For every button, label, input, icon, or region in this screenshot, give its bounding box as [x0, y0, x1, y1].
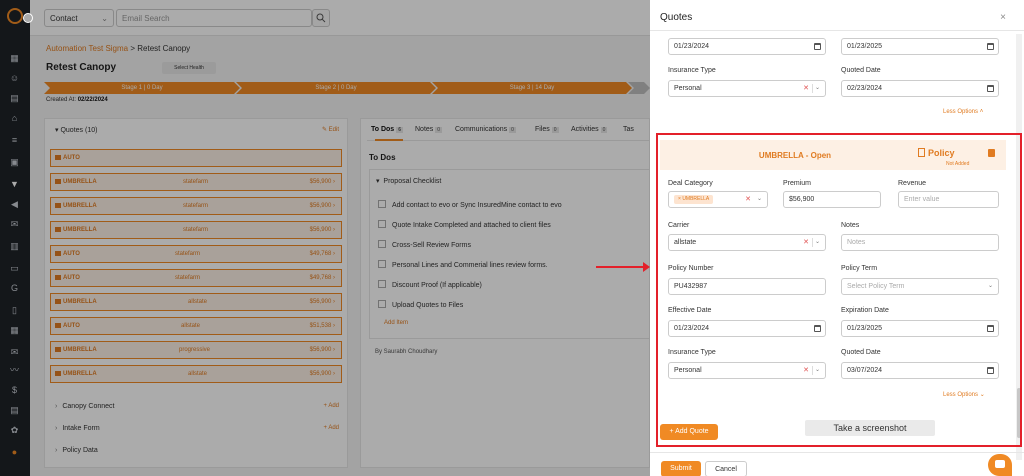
insurance-type-label: Insurance Type	[668, 67, 716, 74]
less-options-label: Less Options	[943, 392, 979, 398]
chevron-down-icon[interactable]: ⌄	[815, 238, 820, 245]
chevron-down-icon[interactable]: ⌄	[815, 84, 820, 91]
collapse-toggle-icon[interactable]	[23, 13, 33, 23]
less-options-link[interactable]: Less Options ˄	[943, 109, 983, 115]
calendar-icon[interactable]	[987, 43, 994, 50]
quoted-date-label: Quoted Date	[841, 67, 881, 74]
quoted-date-input[interactable]: 03/07/2024	[841, 362, 999, 379]
insurance-type-label: Insurance Type	[668, 349, 716, 356]
insurance-type-value: Personal	[674, 85, 702, 92]
policy-term-label: Policy Term	[841, 265, 878, 272]
carrier-label: Carrier	[668, 222, 690, 229]
revenue-input[interactable]: Enter value	[898, 191, 999, 208]
quoted-date-value: 02/23/2024	[847, 85, 883, 92]
policy-term-select[interactable]: Select Policy Term ⌄	[841, 278, 999, 295]
chevron-down-icon[interactable]: ⌄	[757, 195, 762, 202]
panel-title: Quotes	[660, 12, 693, 23]
effective-date-value: 01/23/2024	[674, 325, 710, 332]
calendar-icon[interactable]	[987, 325, 994, 332]
deal-category-label: Deal Category	[668, 180, 713, 187]
clear-icon[interactable]: ✕	[803, 366, 809, 374]
panel-divider	[650, 30, 1024, 31]
notes-placeholder: Notes	[847, 239, 866, 246]
select-separator	[812, 84, 813, 93]
quoted-date-value: 03/07/2024	[847, 367, 883, 374]
select-separator	[812, 238, 813, 247]
policy-status: Not Added	[946, 161, 970, 167]
calendar-icon[interactable]	[987, 85, 994, 92]
expiration-date-input[interactable]: 01/23/2025	[841, 38, 999, 55]
expiration-date-value: 01/23/2025	[847, 43, 883, 50]
insurance-type-value: Personal	[674, 367, 702, 374]
document-icon	[918, 148, 925, 157]
policy-number-input[interactable]: PU432987	[668, 278, 826, 295]
less-options-link[interactable]: Less Options ⌄	[943, 391, 985, 398]
clear-icon[interactable]: ✕	[803, 238, 809, 246]
expiration-date-value: 01/23/2025	[847, 325, 883, 332]
policy-link[interactable]: Policy	[928, 148, 955, 158]
notes-textarea[interactable]: Notes	[841, 234, 999, 251]
premium-label: Premium	[783, 180, 812, 187]
carrier-value: allstate	[674, 239, 697, 246]
revenue-label: Revenue	[898, 180, 927, 187]
policy-number-label: Policy Number	[668, 265, 714, 272]
quoted-date-label: Quoted Date	[841, 349, 881, 356]
effective-date-label: Effective Date	[668, 307, 712, 314]
chat-icon[interactable]	[988, 454, 1012, 476]
effective-date-input[interactable]: 01/23/2024	[668, 320, 826, 337]
quoted-date-input[interactable]: 02/23/2024	[841, 80, 999, 97]
policy-term-placeholder: Select Policy Term	[847, 283, 905, 290]
effective-date-input[interactable]: 01/23/2024	[668, 38, 826, 55]
clear-icon[interactable]: ✕	[803, 84, 809, 92]
revenue-placeholder: Enter value	[904, 196, 940, 203]
annotation-arrow-icon	[596, 262, 650, 272]
submit-button[interactable]: Submit	[661, 461, 701, 476]
quote-card-header: UMBRELLA - Open Policy Not Added	[660, 140, 1006, 170]
quote-card-title: UMBRELLA - Open	[758, 151, 832, 160]
screenshot-tooltip: Take a screenshot	[805, 420, 935, 436]
calendar-icon[interactable]	[814, 325, 821, 332]
expiration-date-label: Expiration Date	[841, 307, 889, 314]
panel-footer-divider	[650, 452, 1024, 453]
insurance-type-select[interactable]: Personal ✕ ⌄	[668, 80, 826, 97]
insurance-type-select[interactable]: Personal ✕ ⌄	[668, 362, 826, 379]
calendar-icon[interactable]	[814, 43, 821, 50]
cancel-button[interactable]: Cancel	[705, 461, 747, 476]
less-options-label: Less Options	[943, 109, 979, 115]
premium-input[interactable]: $56,900	[783, 191, 881, 208]
deal-category-chip: × UMBRELLA	[674, 195, 714, 204]
effective-date-value: 01/23/2024	[674, 43, 710, 50]
select-separator	[812, 366, 813, 375]
clear-icon[interactable]: ✕	[745, 195, 751, 203]
carrier-select[interactable]: allstate ✕ ⌄	[668, 234, 826, 251]
deal-category-value: UMBRELLA	[682, 196, 710, 202]
chevron-down-icon[interactable]: ⌄	[988, 282, 993, 289]
trash-icon[interactable]	[988, 149, 995, 157]
add-quote-button[interactable]: + Add Quote	[660, 424, 718, 440]
calendar-icon[interactable]	[987, 367, 994, 374]
close-icon[interactable]: ×	[1000, 12, 1006, 23]
notes-label: Notes	[841, 222, 860, 229]
chevron-down-icon[interactable]: ⌄	[815, 366, 820, 373]
deal-category-select[interactable]: × UMBRELLA ✕ ⌄	[668, 191, 768, 208]
modal-backdrop[interactable]	[0, 0, 650, 476]
expiration-date-input[interactable]: 01/23/2025	[841, 320, 999, 337]
